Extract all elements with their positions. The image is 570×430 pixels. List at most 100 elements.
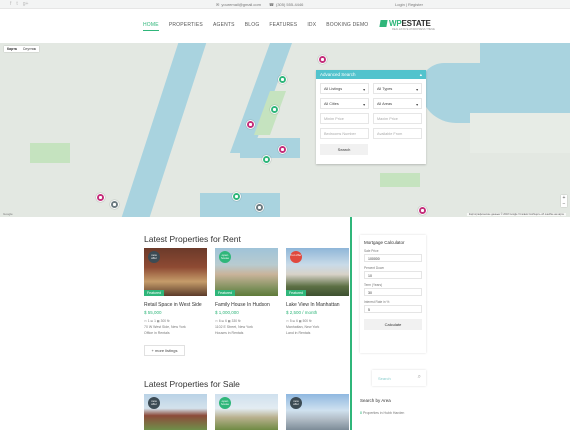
property-meta: ▭ 5 ⊞ 6 ▦ 500 ft² — [286, 319, 312, 323]
site-logo[interactable]: WPESTATE REAL ESTATE WORDPRESS THEME — [379, 19, 435, 31]
property-price: $ 55,000 — [144, 310, 162, 315]
map-marker[interactable] — [270, 105, 279, 114]
property-category[interactable]: Land in Rentals — [286, 331, 349, 335]
nav-home[interactable]: HOME — [143, 22, 159, 31]
bedrooms-input[interactable]: Bedrooms Number — [320, 128, 369, 139]
property-badge: open house — [219, 251, 231, 263]
property-badge: new offer — [148, 397, 160, 409]
sale-section-title: Latest Properties for Sale — [144, 379, 240, 389]
search-button[interactable]: Search — [320, 144, 368, 155]
nav-booking-demo[interactable]: BOOKING DEMO — [326, 22, 368, 31]
nav-properties[interactable]: PROPERTIES — [169, 22, 203, 31]
caret-down-icon: ▾ — [416, 103, 418, 107]
map-marker[interactable] — [96, 193, 105, 202]
google-plus-icon[interactable]: g+ — [23, 1, 29, 7]
login-register-link[interactable]: Login | Register — [395, 2, 423, 7]
search-icon[interactable]: ⌕ — [418, 374, 421, 381]
property-image[interactable]: new offer — [286, 394, 349, 430]
property-card[interactable]: hot offer Featured Lake View In Manhatta… — [286, 248, 349, 335]
property-card[interactable]: open house — [215, 394, 278, 430]
property-image[interactable]: open house — [215, 394, 278, 430]
cities-select[interactable]: All Cities ▾ — [320, 98, 369, 109]
term-input[interactable]: 30 — [364, 288, 422, 296]
types-select[interactable]: All Types ▾ — [373, 83, 422, 94]
nav-idx[interactable]: IDX — [307, 22, 316, 31]
sidebar-search-placeholder: Search — [378, 376, 391, 381]
property-address: 1102 E Street, New York — [215, 325, 253, 329]
map-marker[interactable] — [255, 203, 264, 212]
section-accent-bar — [350, 217, 352, 430]
property-card[interactable]: open house Featured Family House In Huds… — [215, 248, 278, 335]
phone-contact[interactable]: ☎ (305) 555-4446 — [269, 2, 303, 7]
property-price: $ 1,000,000 — [215, 310, 239, 315]
map-marker[interactable] — [278, 145, 287, 154]
percent-down-label: Percent Down — [364, 266, 385, 270]
areas-select[interactable]: All Areas ▾ — [373, 98, 422, 109]
twitter-icon[interactable]: t — [16, 1, 17, 7]
property-map[interactable]: Карта Спутник + − Google Картографически… — [0, 43, 570, 217]
property-category[interactable]: Houses in Rentals — [215, 331, 278, 335]
property-image[interactable]: new offer — [144, 394, 207, 430]
nav-agents[interactable]: AGENTS — [213, 22, 235, 31]
map-type-map[interactable]: Карта — [4, 46, 20, 52]
map-marker[interactable] — [232, 192, 241, 201]
calculate-button[interactable]: Calculate — [364, 319, 422, 330]
social-links: f t g+ — [10, 1, 28, 7]
advanced-search-title: Advanced Search — [320, 72, 356, 77]
property-image[interactable]: hot offer Featured — [286, 248, 349, 296]
listings-select[interactable]: All Listings ▾ — [320, 83, 369, 94]
available-from-input[interactable]: Available From — [373, 128, 422, 139]
sidebar-search-input[interactable]: Search ⌕ — [372, 370, 426, 386]
property-title[interactable]: Family House In Hudson — [215, 302, 278, 308]
logo-wordmark: WPESTATE — [389, 19, 431, 28]
interest-input[interactable]: 5 — [364, 305, 422, 313]
featured-label: Featured — [286, 290, 307, 296]
nav-blog[interactable]: BLOG — [245, 22, 260, 31]
map-marker[interactable] — [278, 75, 287, 84]
map-marker[interactable] — [262, 155, 271, 164]
property-title[interactable]: Retail Space in West Side — [144, 302, 207, 308]
map-marker[interactable] — [418, 206, 427, 215]
caret-down-icon: ▾ — [363, 103, 365, 107]
phone-icon: ☎ — [269, 2, 274, 7]
interest-label: Interest Rate in % — [364, 300, 390, 304]
map-marker[interactable] — [110, 200, 119, 209]
term-label: Term (Years) — [364, 283, 383, 287]
more-listings-button[interactable]: + more listings — [144, 345, 185, 356]
caret-down-icon: ▾ — [363, 88, 365, 92]
mortgage-calculator: Mortgage Calculator Sale Price 100000 Pe… — [360, 235, 426, 353]
collapse-icon[interactable]: ▴ — [420, 72, 422, 77]
email-contact[interactable]: ✉ youremail@gmail.com — [216, 2, 261, 7]
property-image[interactable]: new offer Featured — [144, 248, 207, 296]
property-card[interactable]: new offer Featured Retail Space in West … — [144, 248, 207, 335]
property-badge: new offer — [290, 397, 302, 409]
property-card[interactable]: new offer — [144, 394, 207, 430]
nav-features[interactable]: FEATURES — [269, 22, 297, 31]
map-type-satellite[interactable]: Спутник — [20, 46, 39, 52]
area-list-item[interactable]: 8 Properties in Hubb Harden — [360, 411, 404, 415]
advanced-search-panel: Advanced Search ▴ All Listings ▾ All Type… — [316, 70, 426, 164]
property-title[interactable]: Lake View In Manhattan — [286, 302, 349, 308]
property-badge: new offer — [148, 251, 160, 263]
sale-price-input[interactable]: 100000 — [364, 254, 422, 262]
property-card[interactable]: new offer — [286, 394, 349, 430]
email-text: youremail@gmail.com — [221, 2, 261, 7]
advanced-search-header[interactable]: Advanced Search ▴ — [316, 70, 426, 79]
area-name: Properties in Hubb Harden — [362, 411, 405, 415]
zoom-out-button[interactable]: − — [561, 201, 567, 207]
property-badge: open house — [219, 397, 231, 409]
site-header: HOME PROPERTIES AGENTS BLOG FEATURES IDX… — [0, 9, 570, 43]
property-meta: ▭ 6 ⊞ 6 ▦ 330 ft² — [215, 319, 241, 323]
sale-price-label: Sale Price — [364, 249, 379, 253]
featured-label: Featured — [144, 290, 165, 296]
property-image[interactable]: open house Featured — [215, 248, 278, 296]
top-bar: f t g+ ✉ youremail@gmail.com ☎ (305) 555-4… — [0, 0, 570, 9]
min-price-input[interactable]: Minim Price — [320, 113, 369, 124]
property-price: $ 2,500 / month — [286, 310, 318, 315]
max-price-input[interactable]: Maxim Price — [373, 113, 422, 124]
facebook-icon[interactable]: f — [10, 1, 11, 7]
percent-down-input[interactable]: 10 — [364, 271, 422, 279]
property-category[interactable]: Office in Rentals — [144, 331, 207, 335]
map-marker[interactable] — [246, 120, 255, 129]
map-marker[interactable] — [318, 55, 327, 64]
